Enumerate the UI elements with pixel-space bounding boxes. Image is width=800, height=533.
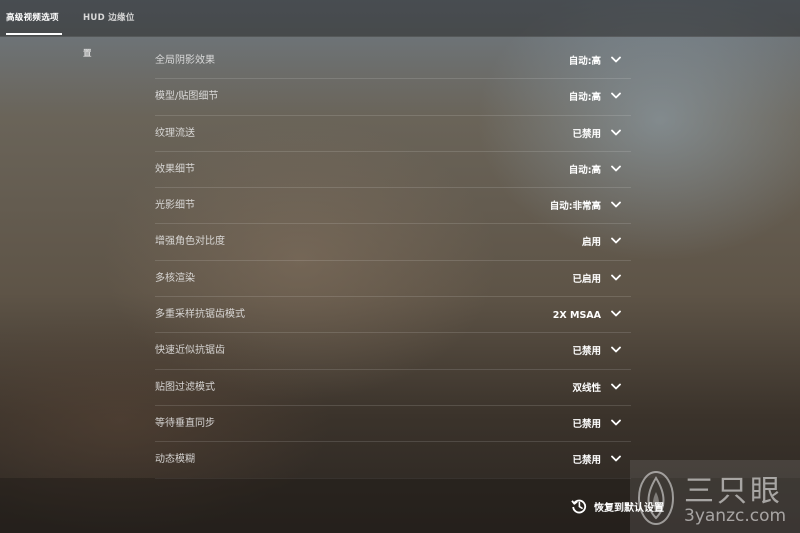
watermark-logo-icon [636, 464, 676, 528]
setting-value-dropdown[interactable]: 已禁用 [572, 116, 601, 153]
chevron-down-icon[interactable] [611, 165, 621, 173]
setting-row[interactable]: 光影细节 自动:非常高 [155, 188, 631, 225]
chevron-down-icon[interactable] [611, 455, 621, 463]
chevron-down-icon[interactable] [611, 274, 621, 282]
setting-label: 模型/贴图细节 [155, 91, 219, 103]
setting-row[interactable]: 纹理流送 已禁用 [155, 116, 631, 152]
setting-value-dropdown[interactable]: 启用 [582, 224, 601, 261]
setting-row[interactable]: 多重采样抗锯齿模式 2X MSAA [155, 297, 631, 334]
chevron-down-icon[interactable] [611, 419, 621, 427]
setting-value-dropdown[interactable]: 已禁用 [572, 442, 601, 479]
setting-row[interactable]: 全局阴影效果 自动:高 [155, 43, 631, 80]
watermark-url: 3yanzc.com [684, 506, 787, 526]
setting-label: 光影细节 [155, 200, 195, 212]
tab-advanced-video[interactable]: 高级视频选项 [6, 0, 62, 35]
setting-label: 快速近似抗锯齿 [155, 345, 225, 357]
chevron-down-icon[interactable] [611, 346, 621, 354]
setting-label: 贴图过滤模式 [155, 381, 215, 393]
tab-hud-edge-position[interactable]: HUD 边缘位置 [83, 0, 143, 59]
chevron-down-icon[interactable] [611, 201, 621, 209]
restore-history-icon [571, 498, 587, 514]
setting-value-dropdown[interactable]: 已禁用 [572, 406, 601, 443]
setting-label: 增强角色对比度 [155, 236, 225, 248]
top-tab-bar: 高级视频选项 HUD 边缘位置 [0, 0, 800, 59]
setting-value-dropdown[interactable]: 自动:非常高 [550, 188, 601, 225]
setting-value-dropdown[interactable]: 双线性 [572, 370, 601, 407]
setting-value-dropdown[interactable]: 自动:高 [569, 152, 601, 189]
setting-row[interactable]: 动态模糊 已禁用 [155, 442, 631, 479]
setting-label: 效果细节 [155, 163, 195, 175]
chevron-down-icon[interactable] [611, 92, 621, 100]
chevron-down-icon[interactable] [611, 383, 621, 391]
chevron-down-icon[interactable] [611, 310, 621, 318]
setting-row[interactable]: 多核渲染 已启用 [155, 261, 631, 298]
chevron-down-icon[interactable] [611, 129, 621, 137]
setting-label: 多重采样抗锯齿模式 [155, 309, 245, 321]
chevron-down-icon[interactable] [611, 237, 621, 245]
setting-row[interactable]: 快速近似抗锯齿 已禁用 [155, 333, 631, 370]
setting-label: 等待垂直同步 [155, 417, 215, 429]
setting-value-dropdown[interactable]: 2X MSAA [553, 297, 601, 334]
setting-value-dropdown[interactable]: 自动:高 [569, 79, 601, 116]
setting-value-dropdown[interactable]: 自动:高 [569, 43, 601, 80]
watermark-title: 三只眼 [684, 474, 783, 509]
setting-value-dropdown[interactable]: 已禁用 [572, 333, 601, 370]
setting-label: 纹理流送 [155, 127, 195, 139]
setting-label: 动态模糊 [155, 454, 195, 466]
watermark: 三只眼 3yanzc.com [630, 460, 800, 533]
setting-row[interactable]: 模型/贴图细节 自动:高 [155, 79, 631, 116]
setting-label: 多核渲染 [155, 272, 195, 284]
chevron-down-icon[interactable] [611, 56, 621, 64]
setting-row[interactable]: 增强角色对比度 启用 [155, 224, 631, 261]
setting-value-dropdown[interactable]: 已启用 [572, 261, 601, 298]
setting-row[interactable]: 等待垂直同步 已禁用 [155, 406, 631, 443]
setting-row[interactable]: 效果细节 自动:高 [155, 152, 631, 189]
setting-label: 全局阴影效果 [155, 55, 215, 66]
setting-row[interactable]: 贴图过滤模式 双线性 [155, 370, 631, 406]
settings-list: 全局阴影效果 自动:高 模型/贴图细节 自动:高 纹理流送 已禁用 效果细节 自动:高 光影细节… [155, 43, 631, 479]
